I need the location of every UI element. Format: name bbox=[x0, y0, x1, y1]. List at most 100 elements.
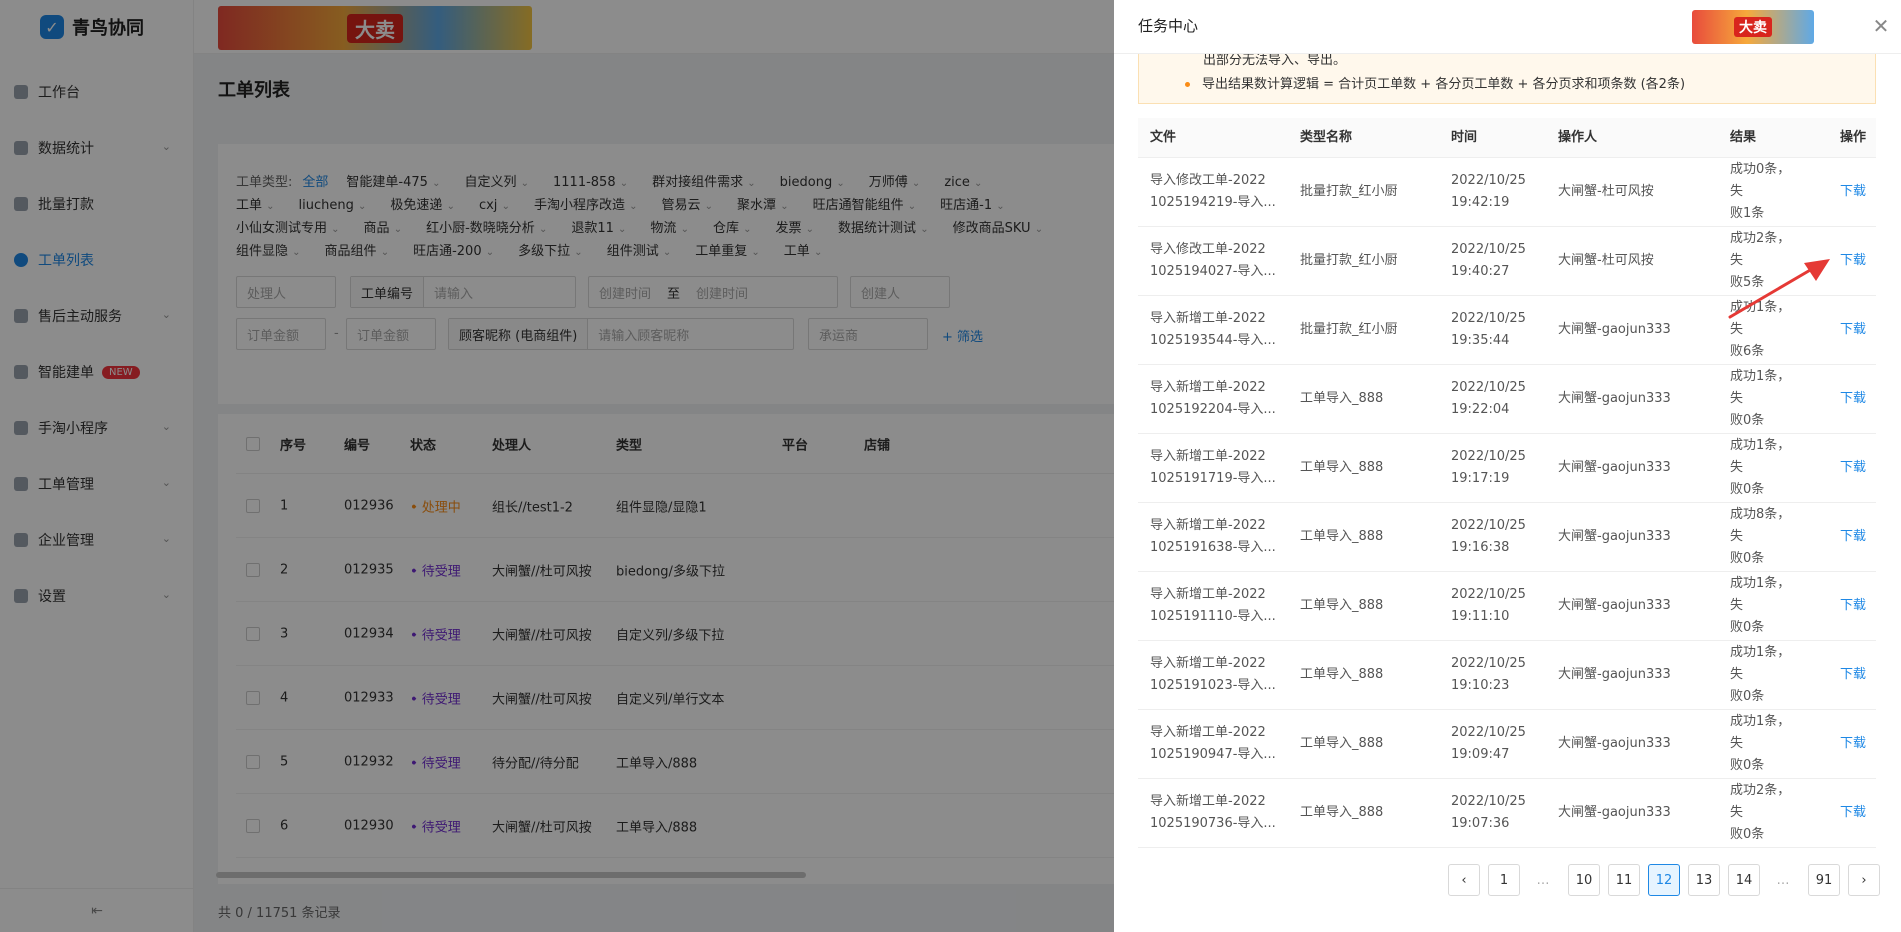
page-button[interactable]: 14 bbox=[1728, 864, 1760, 896]
operator-cell: 大闸蟹-gaojun333 bbox=[1558, 391, 1671, 406]
time-cell: 2022/10/25 19:10:23 bbox=[1451, 653, 1541, 697]
page-button[interactable]: 13 bbox=[1688, 864, 1720, 896]
date-text: 2022/10/25 bbox=[1451, 518, 1526, 533]
file-name-line: 1025190736-导入... bbox=[1150, 816, 1276, 831]
type-name-cell: 工单导入_888 bbox=[1300, 736, 1384, 751]
file-cell: 导入新增工单-2022 1025191719-导入... bbox=[1150, 446, 1290, 490]
result-line: 败0条 bbox=[1730, 413, 1765, 428]
download-link[interactable]: 下载 bbox=[1840, 733, 1866, 755]
type-name-cell: 工单导入_888 bbox=[1300, 667, 1384, 682]
time-cell: 2022/10/25 19:40:27 bbox=[1451, 239, 1541, 283]
time-text: 19:42:19 bbox=[1451, 195, 1510, 210]
download-link[interactable]: 下载 bbox=[1840, 319, 1866, 341]
drawer-promo-banner[interactable]: 大卖 bbox=[1692, 10, 1814, 44]
pagination-ellipsis: … bbox=[1768, 864, 1800, 896]
task-center-drawer: 出部分无法导入、导出。 导出结果数计算逻辑 = 合计页工单数 + 各分页工单数 … bbox=[1114, 0, 1901, 932]
result-cell: 成功1条，失败0条 bbox=[1730, 366, 1800, 432]
col-header: 操作人 bbox=[1558, 129, 1598, 145]
annotation-arrow-icon bbox=[1728, 259, 1830, 319]
file-name-line: 1025192204-导入... bbox=[1150, 402, 1276, 417]
time-text: 19:16:38 bbox=[1451, 540, 1510, 555]
file-name-line: 导入修改工单-2022 bbox=[1150, 173, 1266, 188]
operator-cell: 大闸蟹-gaojun333 bbox=[1558, 598, 1671, 613]
task-row: 导入新增工单-2022 1025191023-导入... 工单导入_888 2022/… bbox=[1138, 641, 1876, 710]
result-line: 败1条 bbox=[1730, 206, 1765, 221]
date-text: 2022/10/25 bbox=[1451, 725, 1526, 740]
time-text: 19:10:23 bbox=[1451, 678, 1510, 693]
page-button[interactable]: 1 bbox=[1488, 864, 1520, 896]
result-line: 成功8条，失 bbox=[1730, 507, 1791, 544]
result-cell: 成功2条，失 败0条 bbox=[1730, 780, 1800, 846]
time-cell: 2022/10/25 19:17:19 bbox=[1451, 446, 1541, 490]
page-button[interactable]: 11 bbox=[1608, 864, 1640, 896]
download-link[interactable]: 下载 bbox=[1840, 181, 1866, 203]
file-name-line: 1025191638-导入... bbox=[1150, 540, 1276, 555]
file-name-line: 1025191110-导入... bbox=[1150, 609, 1276, 624]
result-line: 败0条 bbox=[1730, 758, 1765, 773]
date-text: 2022/10/25 bbox=[1451, 656, 1526, 671]
type-name-cell: 工单导入_888 bbox=[1300, 391, 1384, 406]
download-link[interactable]: 下载 bbox=[1840, 250, 1866, 272]
time-text: 19:11:10 bbox=[1451, 609, 1510, 624]
task-row: 导入新增工单-2022 1025190947-导入... 工单导入_888 2022/… bbox=[1138, 710, 1876, 779]
task-table-header: 文件 类型名称 时间 操作人 结果 操作 bbox=[1138, 118, 1876, 158]
result-line: 成功1条，失 bbox=[1730, 714, 1791, 751]
download-link[interactable]: 下载 bbox=[1840, 664, 1866, 686]
file-name-line: 1025190947-导入... bbox=[1150, 747, 1276, 762]
file-name-line: 导入修改工单-2022 bbox=[1150, 242, 1266, 257]
time-cell: 2022/10/25 19:09:47 bbox=[1451, 722, 1541, 766]
pagination: ‹ 1… 10 11 12 13 14… 91 › bbox=[1444, 864, 1884, 896]
page-button[interactable]: 91 bbox=[1808, 864, 1840, 896]
file-name-line: 导入新增工单-2022 bbox=[1150, 518, 1266, 533]
date-text: 2022/10/25 bbox=[1451, 380, 1526, 395]
result-cell: 成功8条，失败0条 bbox=[1730, 504, 1800, 570]
notice-line: 导出结果数计算逻辑 = 合计页工单数 + 各分页工单数 + 各分页求和项条数 (… bbox=[1185, 73, 1685, 92]
prev-page-icon[interactable]: ‹ bbox=[1448, 864, 1480, 896]
time-text: 19:22:04 bbox=[1451, 402, 1510, 417]
close-icon[interactable]: ✕ bbox=[1867, 12, 1895, 40]
result-line: 成功1条，失 bbox=[1730, 576, 1791, 613]
result-line: 败0条 bbox=[1730, 551, 1765, 566]
result-line: 败0条 bbox=[1730, 827, 1765, 842]
operator-cell: 大闸蟹-gaojun333 bbox=[1558, 322, 1671, 337]
file-cell: 导入新增工单-2022 1025191638-导入... bbox=[1150, 515, 1290, 559]
download-link[interactable]: 下载 bbox=[1840, 595, 1866, 617]
next-page-icon[interactable]: › bbox=[1848, 864, 1880, 896]
file-name-line: 导入新增工单-2022 bbox=[1150, 656, 1266, 671]
time-cell: 2022/10/25 19:22:04 bbox=[1451, 377, 1541, 421]
page-button[interactable]: 12 bbox=[1648, 864, 1680, 896]
date-text: 2022/10/25 bbox=[1451, 173, 1526, 188]
download-link[interactable]: 下载 bbox=[1840, 526, 1866, 548]
result-line: 成功1条，失 bbox=[1730, 369, 1791, 406]
file-name-line: 导入新增工单-2022 bbox=[1150, 587, 1266, 602]
task-row: 导入新增工单-2022 1025191719-导入... 工单导入_888 2022/… bbox=[1138, 434, 1876, 503]
pagination-ellipsis: … bbox=[1528, 864, 1560, 896]
date-text: 2022/10/25 bbox=[1451, 587, 1526, 602]
result-cell: 成功1条，失败0条 bbox=[1730, 711, 1800, 777]
type-name-cell: 批量打款_红小厨 bbox=[1300, 184, 1398, 199]
file-cell: 导入新增工单-2022 1025190736-导入... bbox=[1150, 791, 1290, 835]
type-name-cell: 工单导入_888 bbox=[1300, 805, 1384, 820]
time-cell: 2022/10/25 19:11:10 bbox=[1451, 584, 1541, 628]
download-link[interactable]: 下载 bbox=[1840, 457, 1866, 479]
result-cell: 成功1条，失 败0条 bbox=[1730, 642, 1800, 708]
file-name-line: 1025191023-导入... bbox=[1150, 678, 1276, 693]
file-name-line: 导入新增工单-2022 bbox=[1150, 449, 1266, 464]
result-cell: 成功1条，失 败0条 bbox=[1730, 435, 1800, 501]
type-name-cell: 批量打款_红小厨 bbox=[1300, 253, 1398, 268]
download-link[interactable]: 下载 bbox=[1840, 388, 1866, 410]
result-line: 成功1条，失 bbox=[1730, 645, 1791, 682]
file-name-line: 1025193544-导入... bbox=[1150, 333, 1276, 348]
time-cell: 2022/10/25 19:16:38 bbox=[1451, 515, 1541, 559]
file-name-line: 导入新增工单-2022 bbox=[1150, 380, 1266, 395]
result-line: 败0条 bbox=[1730, 482, 1765, 497]
col-header: 结果 bbox=[1730, 129, 1757, 145]
time-text: 19:17:19 bbox=[1451, 471, 1510, 486]
time-text: 19:40:27 bbox=[1451, 264, 1510, 279]
time-text: 19:09:47 bbox=[1451, 747, 1510, 762]
drawer-title: 任务中心 bbox=[1138, 17, 1199, 35]
page-button[interactable]: 10 bbox=[1568, 864, 1600, 896]
download-link[interactable]: 下载 bbox=[1840, 802, 1866, 824]
drawer-header: 任务中心 大卖 ✕ bbox=[1114, 0, 1901, 54]
operator-cell: 大闸蟹-gaojun333 bbox=[1558, 667, 1671, 682]
